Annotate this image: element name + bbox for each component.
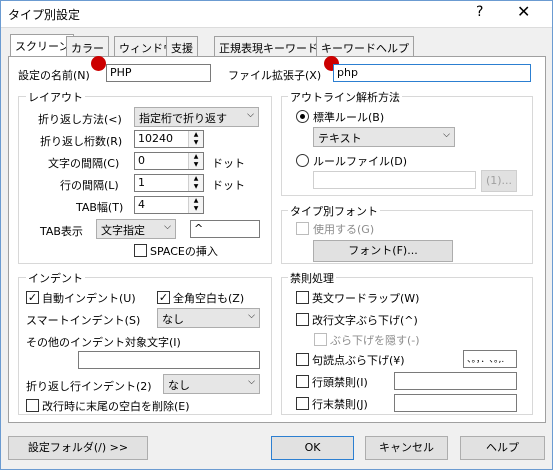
space-insert-label: SPACEの挿入 [150,245,218,258]
chevron-down-icon: ⌵ [247,110,254,120]
standard-rule-value: テキスト [318,132,362,145]
stepper-arrows-icon[interactable]: ▲ ▼ [188,197,203,213]
wrap-method-select[interactable]: 指定桁で折り返す ⌵ [134,107,259,127]
radio-dot-icon [300,114,305,119]
line-spacing-label: 行の間隔(L) [60,179,119,192]
file-ext-label: ファイル拡張子(X) [228,69,322,82]
line-head-input[interactable] [394,372,517,390]
tab-width-stepper[interactable]: 4 ▲ ▼ [134,196,204,214]
kinsoku-group-title: 禁則処理 [288,270,336,286]
title-bar [0,0,553,28]
wrap-columns-value: 10240 [138,132,173,145]
space-insert-checkbox[interactable] [134,244,147,257]
hide-hang-checkbox[interactable] [314,333,327,346]
file-ext-input[interactable]: php [333,64,531,82]
settings-name-label: 設定の名前(N) [18,69,90,82]
smart-indent-value: なし [162,313,184,326]
window-title: タイプ別設定 [8,8,81,22]
english-wrap-label: 英文ワードラップ(W) [312,292,420,305]
newline-hang-label: 改行文字ぶら下げ(^) [312,314,418,327]
english-wrap-checkbox[interactable] [296,291,309,304]
char-spacing-stepper[interactable]: 0 ▲ ▼ [134,152,204,170]
cancel-button[interactable]: キャンセル [365,436,448,460]
rule-file-radio[interactable] [296,154,309,167]
line-spacing-value: 1 [138,176,145,189]
close-icon[interactable]: ✕ [517,2,530,21]
hide-hang-label: ぶら下げを隠す(-) [330,334,420,347]
indent-group-title: インデント [26,270,85,286]
chevron-down-icon: ⌵ [248,311,255,321]
use-font-label: 使用する(G) [313,223,375,236]
line-head-checkbox[interactable] [296,375,309,388]
stepper-arrows-icon[interactable]: ▲ ▼ [188,153,203,169]
auto-indent-checkbox[interactable]: ✓ [26,291,39,304]
wrap-indent-label: 折り返し行インデント(2) [26,380,152,393]
layout-group-title: レイアウト [26,89,85,105]
rule-file-label: ルールファイル(D) [313,155,408,168]
use-font-checkbox[interactable] [296,222,309,235]
line-spacing-unit: ドット [212,179,245,192]
tab-width-label: TAB幅(T) [76,201,124,214]
line-end-label: 行末禁則(J) [312,398,368,411]
line-end-input[interactable] [394,394,517,412]
punct-hang-input[interactable]: 、。，．､｡,. [463,350,517,368]
tab-display-value: 文字指定 [101,224,145,237]
wrap-indent-value: なし [168,379,190,392]
tab-width-value: 4 [138,198,145,211]
rule-file-browse-button[interactable]: (1)... [481,170,517,192]
chevron-down-icon: ⌵ [248,377,255,387]
line-end-checkbox[interactable] [296,397,309,410]
wrap-columns-stepper[interactable]: 10240 ▲ ▼ [134,130,204,148]
fullwidth-space-checkbox[interactable]: ✓ [157,291,170,304]
standard-rule-select[interactable]: テキスト ⌵ [313,127,455,147]
punct-hang-label: 句読点ぶら下げ(¥) [312,354,405,367]
rule-file-input[interactable] [313,171,476,189]
standard-rule-label: 標準ルール(B) [313,111,385,124]
standard-rule-radio[interactable] [296,110,309,123]
wrap-columns-label: 折り返し桁数(R) [40,135,123,148]
smart-indent-label: スマートインデント(S) [26,314,141,327]
tab-assist[interactable]: 支援 [166,36,198,56]
marker-dot [91,56,106,71]
help-title-button[interactable]: ? [476,4,483,20]
trim-trailing-label: 改行時に末尾の空白を削除(E) [42,400,190,413]
settings-name-input[interactable]: PHP [106,64,211,82]
punct-hang-checkbox[interactable] [296,353,309,366]
outline-group-title: アウトライン解析方法 [288,89,402,105]
auto-indent-label: 自動インデント(U) [42,292,136,305]
wrap-indent-select[interactable]: なし ⌵ [163,374,260,394]
tab-color[interactable]: カラー [66,36,109,56]
tab-char-input[interactable]: ^ [190,220,260,238]
fullwidth-space-label: 全角空白も(Z) [173,292,245,305]
tab-regex-keyword[interactable]: 正規表現キーワード [214,36,323,56]
tab-keyword-help[interactable]: キーワードヘルプ [316,36,414,56]
chevron-down-icon: ⌵ [164,222,171,232]
wrap-method-label: 折り返し方法(<) [38,113,122,126]
other-indent-chars-input[interactable] [78,351,260,369]
tab-display-label: TAB表示 [40,225,83,238]
font-button[interactable]: フォント(F)... [313,240,453,262]
stepper-arrows-icon[interactable]: ▲ ▼ [188,131,203,147]
ok-button[interactable]: OK [271,436,354,460]
char-spacing-unit: ドット [212,157,245,170]
char-spacing-value: 0 [138,154,145,167]
stepper-arrows-icon[interactable]: ▲ ▼ [188,175,203,191]
trim-trailing-checkbox[interactable] [26,399,39,412]
newline-hang-checkbox[interactable] [296,313,309,326]
wrap-method-value: 指定桁で折り返す [139,112,227,125]
chevron-down-icon: ⌵ [443,130,450,140]
other-indent-chars-label: その他のインデント対象文字(I) [26,336,181,349]
tab-screen[interactable]: スクリーン [10,34,75,56]
line-spacing-stepper[interactable]: 1 ▲ ▼ [134,174,204,192]
tab-display-select[interactable]: 文字指定 ⌵ [96,219,176,239]
char-spacing-label: 文字の間隔(C) [48,157,120,170]
smart-indent-select[interactable]: なし ⌵ [157,308,260,328]
help-button[interactable]: ヘルプ [460,436,545,460]
line-head-label: 行頭禁則(I) [312,376,368,389]
type-font-group-title: タイプ別フォント [288,203,380,219]
settings-folder-button[interactable]: 設定フォルダ(/) >> [8,436,148,460]
